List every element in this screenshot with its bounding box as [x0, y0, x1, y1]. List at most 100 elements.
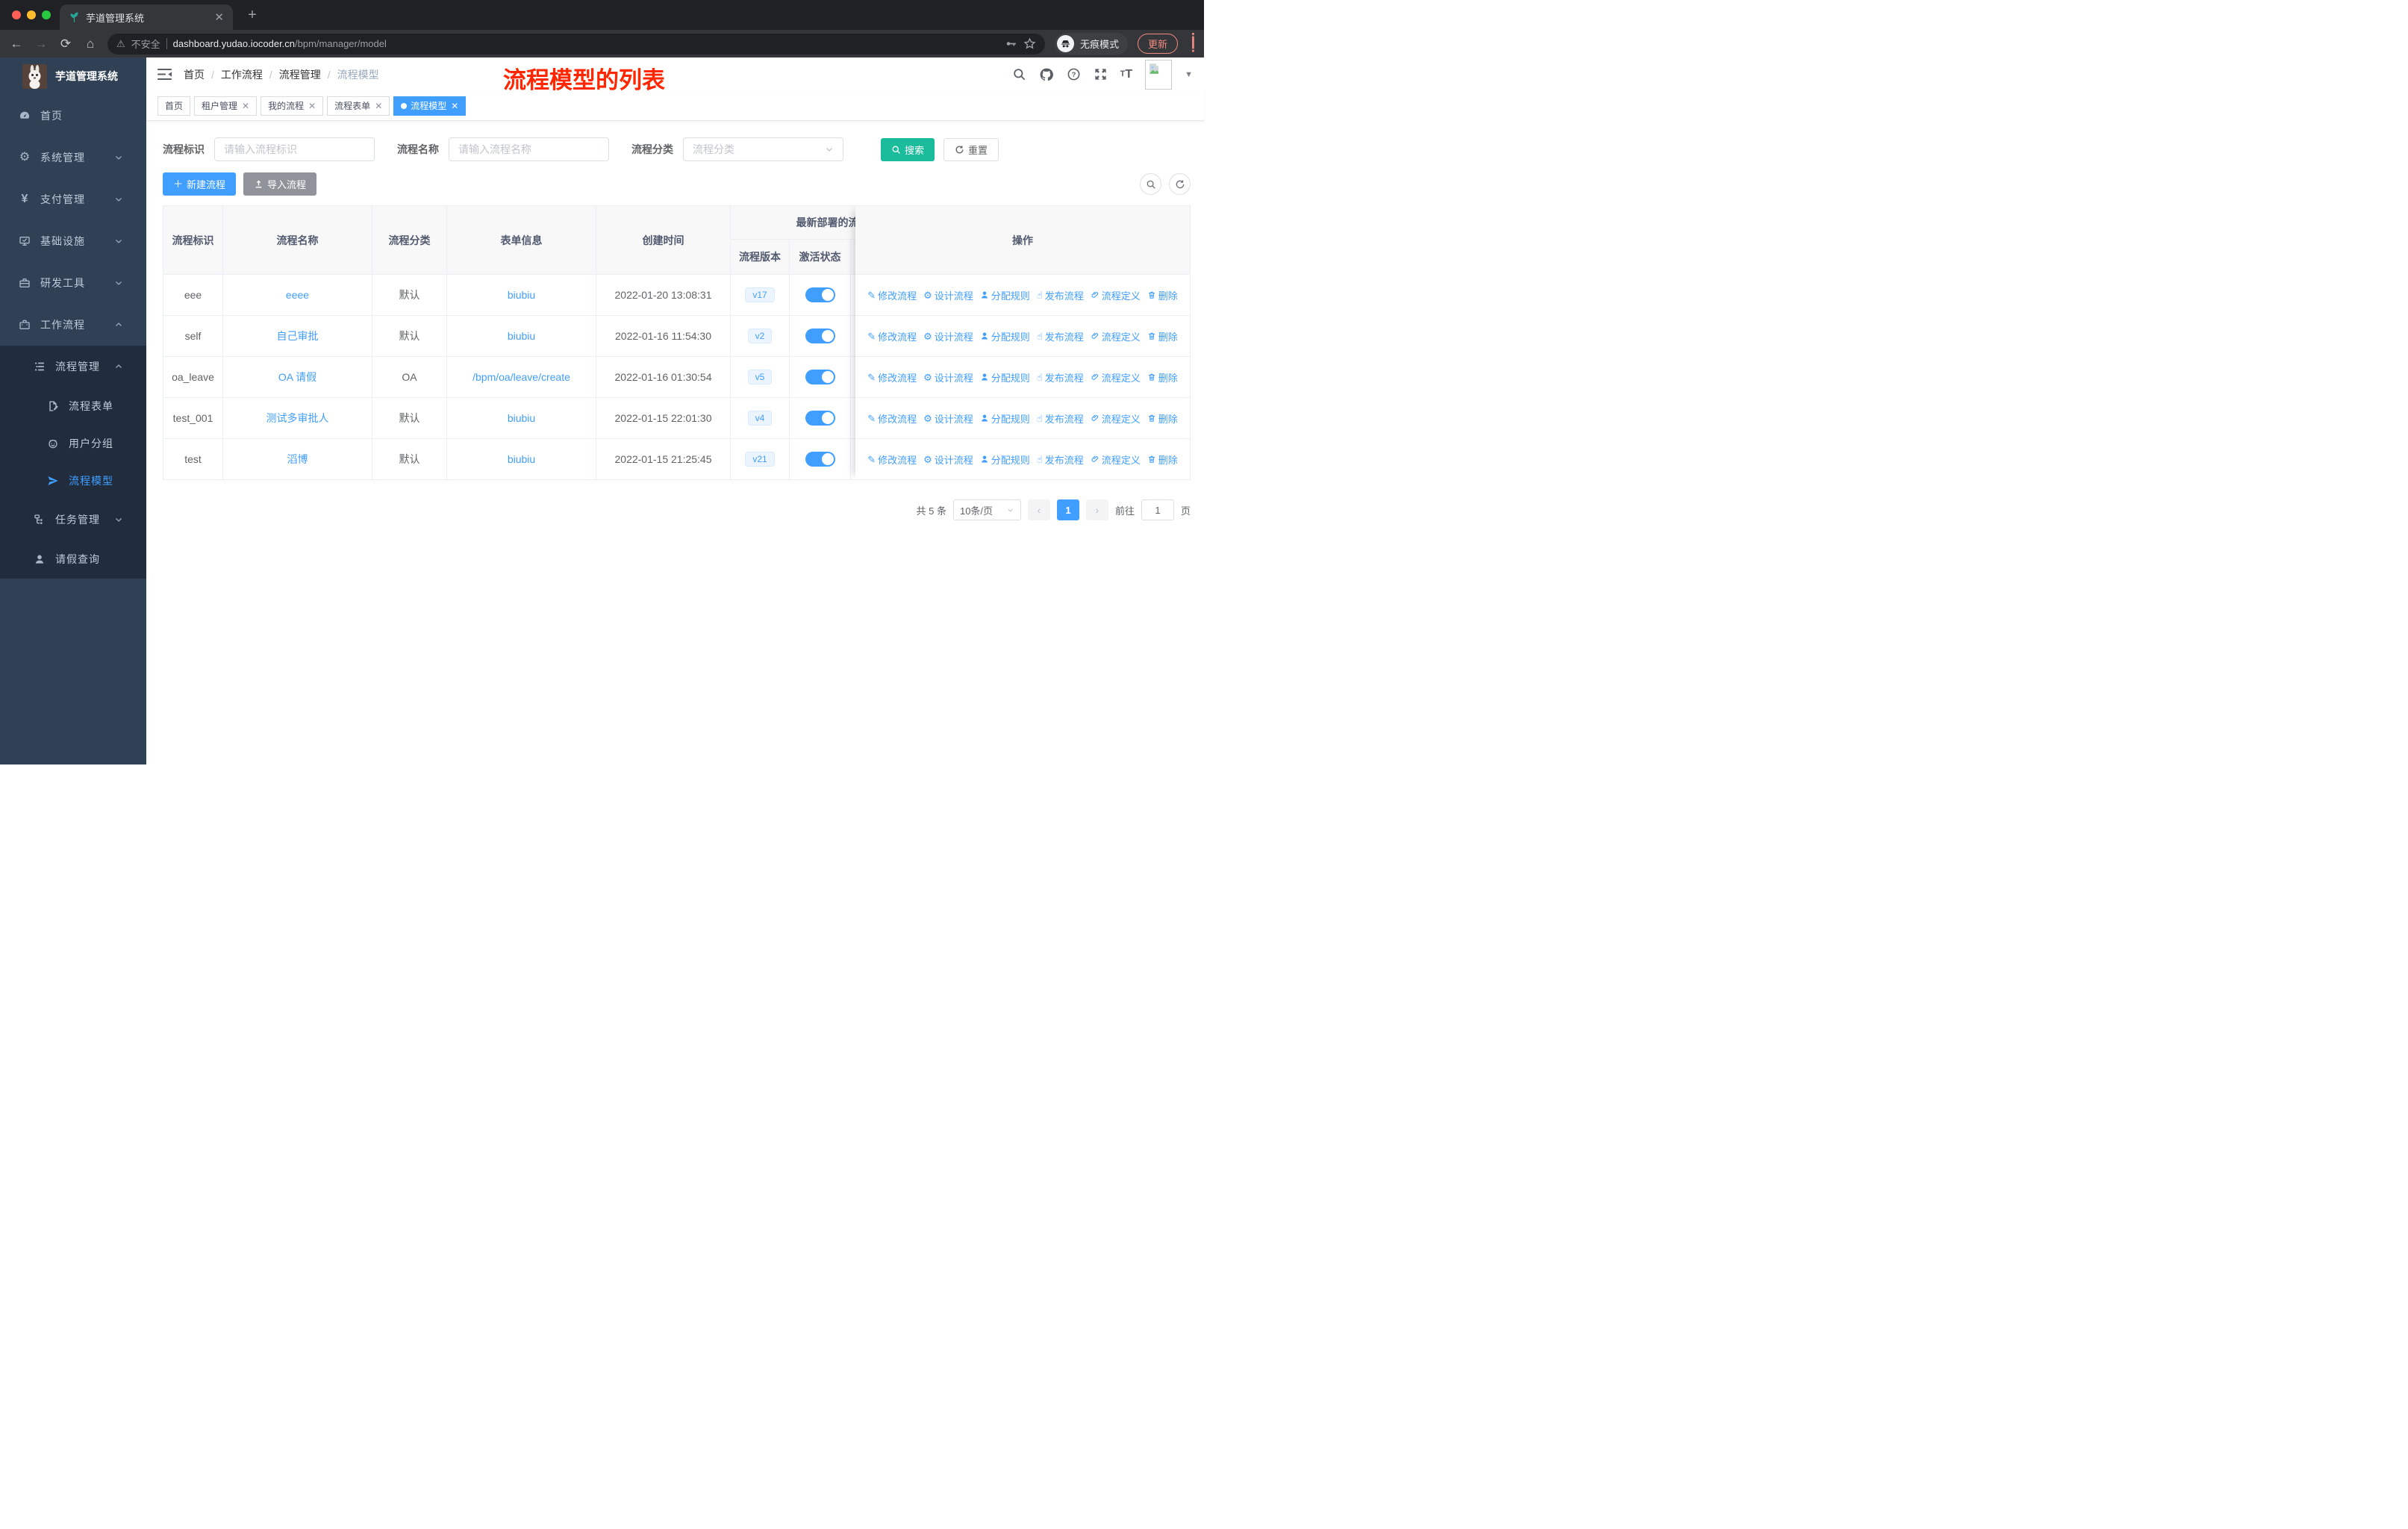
help-icon[interactable]: ?: [1067, 67, 1081, 81]
active-state-toggle[interactable]: [805, 328, 835, 343]
url-bar[interactable]: ⚠ 不安全 dashboard.yudao.iocoder.cn/bpm/man…: [107, 33, 1045, 55]
action-publish-link[interactable]: ☝ 发布流程: [1037, 329, 1084, 343]
home-icon[interactable]: ⌂: [83, 37, 98, 52]
avatar[interactable]: [1145, 59, 1173, 90]
sidebar-logo[interactable]: 芋道管理系统: [0, 57, 146, 95]
form-info-link[interactable]: biubiu: [508, 453, 535, 465]
window-minimize-button[interactable]: [27, 10, 36, 19]
new-tab-button[interactable]: +: [243, 6, 261, 24]
tag-my-process[interactable]: 我的流程 ✕: [261, 96, 324, 116]
refresh-table-icon[interactable]: [1169, 173, 1191, 195]
goto-page-input[interactable]: [1141, 499, 1174, 520]
chrome-menu-icon[interactable]: ⋮ ⋮ ⋮: [1188, 32, 1199, 54]
action-publish-link[interactable]: ☝ 发布流程: [1037, 288, 1084, 302]
action-delete-link[interactable]: 删除: [1147, 452, 1178, 467]
show-search-toggle-icon[interactable]: [1140, 173, 1161, 195]
tag-close-icon[interactable]: ✕: [451, 101, 458, 111]
action-assign-link[interactable]: 分配规则: [980, 329, 1030, 343]
window-close-button[interactable]: [12, 10, 21, 19]
tab-close-icon[interactable]: ✕: [214, 10, 224, 24]
chrome-update-button[interactable]: 更新: [1137, 34, 1178, 54]
sidebar-item-home[interactable]: 首页: [0, 95, 146, 137]
sidebar-item-process-management[interactable]: 流程管理: [0, 346, 146, 387]
create-process-button[interactable]: ＋新建流程: [163, 172, 237, 196]
action-delete-link[interactable]: 删除: [1147, 288, 1178, 302]
tag-process-model[interactable]: 流程模型 ✕: [393, 96, 467, 116]
active-state-toggle[interactable]: [805, 287, 835, 302]
form-info-link[interactable]: biubiu: [508, 330, 535, 342]
action-design-link[interactable]: ⚙ 设计流程: [923, 370, 973, 384]
action-design-link[interactable]: ⚙ 设计流程: [923, 329, 973, 343]
model-name-input[interactable]: [449, 137, 609, 161]
breadcrumb-item[interactable]: 流程管理: [279, 67, 321, 82]
active-state-toggle[interactable]: [805, 411, 835, 426]
form-info-link[interactable]: biubiu: [508, 289, 535, 301]
model-name-link[interactable]: OA 请假: [278, 370, 316, 384]
action-design-link[interactable]: ⚙ 设计流程: [923, 288, 973, 302]
window-zoom-button[interactable]: [42, 10, 51, 19]
form-info-link[interactable]: /bpm/oa/leave/create: [472, 371, 570, 383]
sidebar-item-leave-query[interactable]: 请假查询: [0, 539, 146, 579]
action-design-link[interactable]: ⚙ 设计流程: [923, 411, 973, 426]
sidebar-item-user-group[interactable]: 用户分组: [0, 425, 146, 462]
prev-page-button[interactable]: ‹: [1027, 499, 1050, 520]
sidebar-item-devtools[interactable]: 研发工具: [0, 262, 146, 304]
password-key-icon[interactable]: [1005, 37, 1017, 50]
sidebar-collapse-icon[interactable]: [157, 68, 172, 81]
sidebar-item-process-form[interactable]: 流程表单: [0, 387, 146, 425]
action-definition-link[interactable]: 流程定义: [1091, 288, 1141, 302]
action-definition-link[interactable]: 流程定义: [1091, 329, 1141, 343]
form-info-link[interactable]: biubiu: [508, 412, 535, 424]
model-name-link[interactable]: 自己审批: [277, 328, 319, 343]
import-process-button[interactable]: 导入流程: [243, 172, 317, 196]
reload-icon[interactable]: ⟳: [58, 37, 73, 52]
back-icon[interactable]: ←: [9, 37, 24, 52]
tag-close-icon[interactable]: ✕: [308, 101, 316, 111]
reset-button[interactable]: 重置: [943, 137, 999, 161]
action-definition-link[interactable]: 流程定义: [1091, 452, 1141, 467]
url-text[interactable]: dashboard.yudao.iocoder.cn/bpm/manager/m…: [173, 38, 999, 49]
action-definition-link[interactable]: 流程定义: [1091, 411, 1141, 426]
action-publish-link[interactable]: ☝ 发布流程: [1037, 452, 1084, 467]
forward-icon[interactable]: →: [34, 37, 49, 52]
action-assign-link[interactable]: 分配规则: [980, 411, 1030, 426]
browser-tab[interactable]: 芋道管理系统 ✕: [60, 4, 233, 30]
action-design-link[interactable]: ⚙ 设计流程: [923, 452, 973, 467]
bookmark-star-icon[interactable]: [1023, 37, 1036, 50]
sidebar-item-infra[interactable]: 基础设施: [0, 220, 146, 262]
active-state-toggle[interactable]: [805, 370, 835, 384]
next-page-button[interactable]: ›: [1085, 499, 1108, 520]
action-assign-link[interactable]: 分配规则: [980, 370, 1030, 384]
action-edit-link[interactable]: ✎ 修改流程: [867, 411, 917, 426]
action-delete-link[interactable]: 删除: [1147, 370, 1178, 384]
tag-close-icon[interactable]: ✕: [242, 101, 249, 111]
action-edit-link[interactable]: ✎ 修改流程: [867, 452, 917, 467]
avatar-caret-down-icon[interactable]: ▼: [1185, 70, 1193, 79]
active-state-toggle[interactable]: [805, 452, 835, 467]
search-icon[interactable]: [1012, 67, 1026, 81]
action-edit-link[interactable]: ✎ 修改流程: [867, 288, 917, 302]
sidebar-item-workflow[interactable]: 工作流程: [0, 304, 146, 346]
model-name-link[interactable]: 测试多审批人: [266, 411, 329, 426]
action-edit-link[interactable]: ✎ 修改流程: [867, 329, 917, 343]
page-size-select[interactable]: 10条/页: [952, 499, 1021, 520]
model-name-link[interactable]: eeee: [286, 289, 309, 301]
action-edit-link[interactable]: ✎ 修改流程: [867, 370, 917, 384]
model-name-link[interactable]: 滔博: [287, 452, 308, 467]
search-button[interactable]: 搜索: [881, 137, 935, 161]
sidebar-item-system[interactable]: ⚙ 系统管理: [0, 137, 146, 178]
action-assign-link[interactable]: 分配规则: [980, 452, 1030, 467]
action-publish-link[interactable]: ☝ 发布流程: [1037, 370, 1084, 384]
action-definition-link[interactable]: 流程定义: [1091, 370, 1141, 384]
action-delete-link[interactable]: 删除: [1147, 329, 1178, 343]
tag-tenant[interactable]: 租户管理 ✕: [194, 96, 258, 116]
action-publish-link[interactable]: ☝ 发布流程: [1037, 411, 1084, 426]
breadcrumb-item[interactable]: 首页: [184, 67, 205, 82]
model-key-input[interactable]: [214, 137, 375, 161]
font-size-icon[interactable]: TT: [1120, 68, 1133, 81]
sidebar-item-payment[interactable]: ¥ 支付管理: [0, 178, 146, 220]
breadcrumb-item[interactable]: 工作流程: [221, 67, 263, 82]
sidebar-item-task-management[interactable]: 任务管理: [0, 499, 146, 539]
action-assign-link[interactable]: 分配规则: [980, 288, 1030, 302]
tag-home[interactable]: 首页: [157, 96, 191, 116]
